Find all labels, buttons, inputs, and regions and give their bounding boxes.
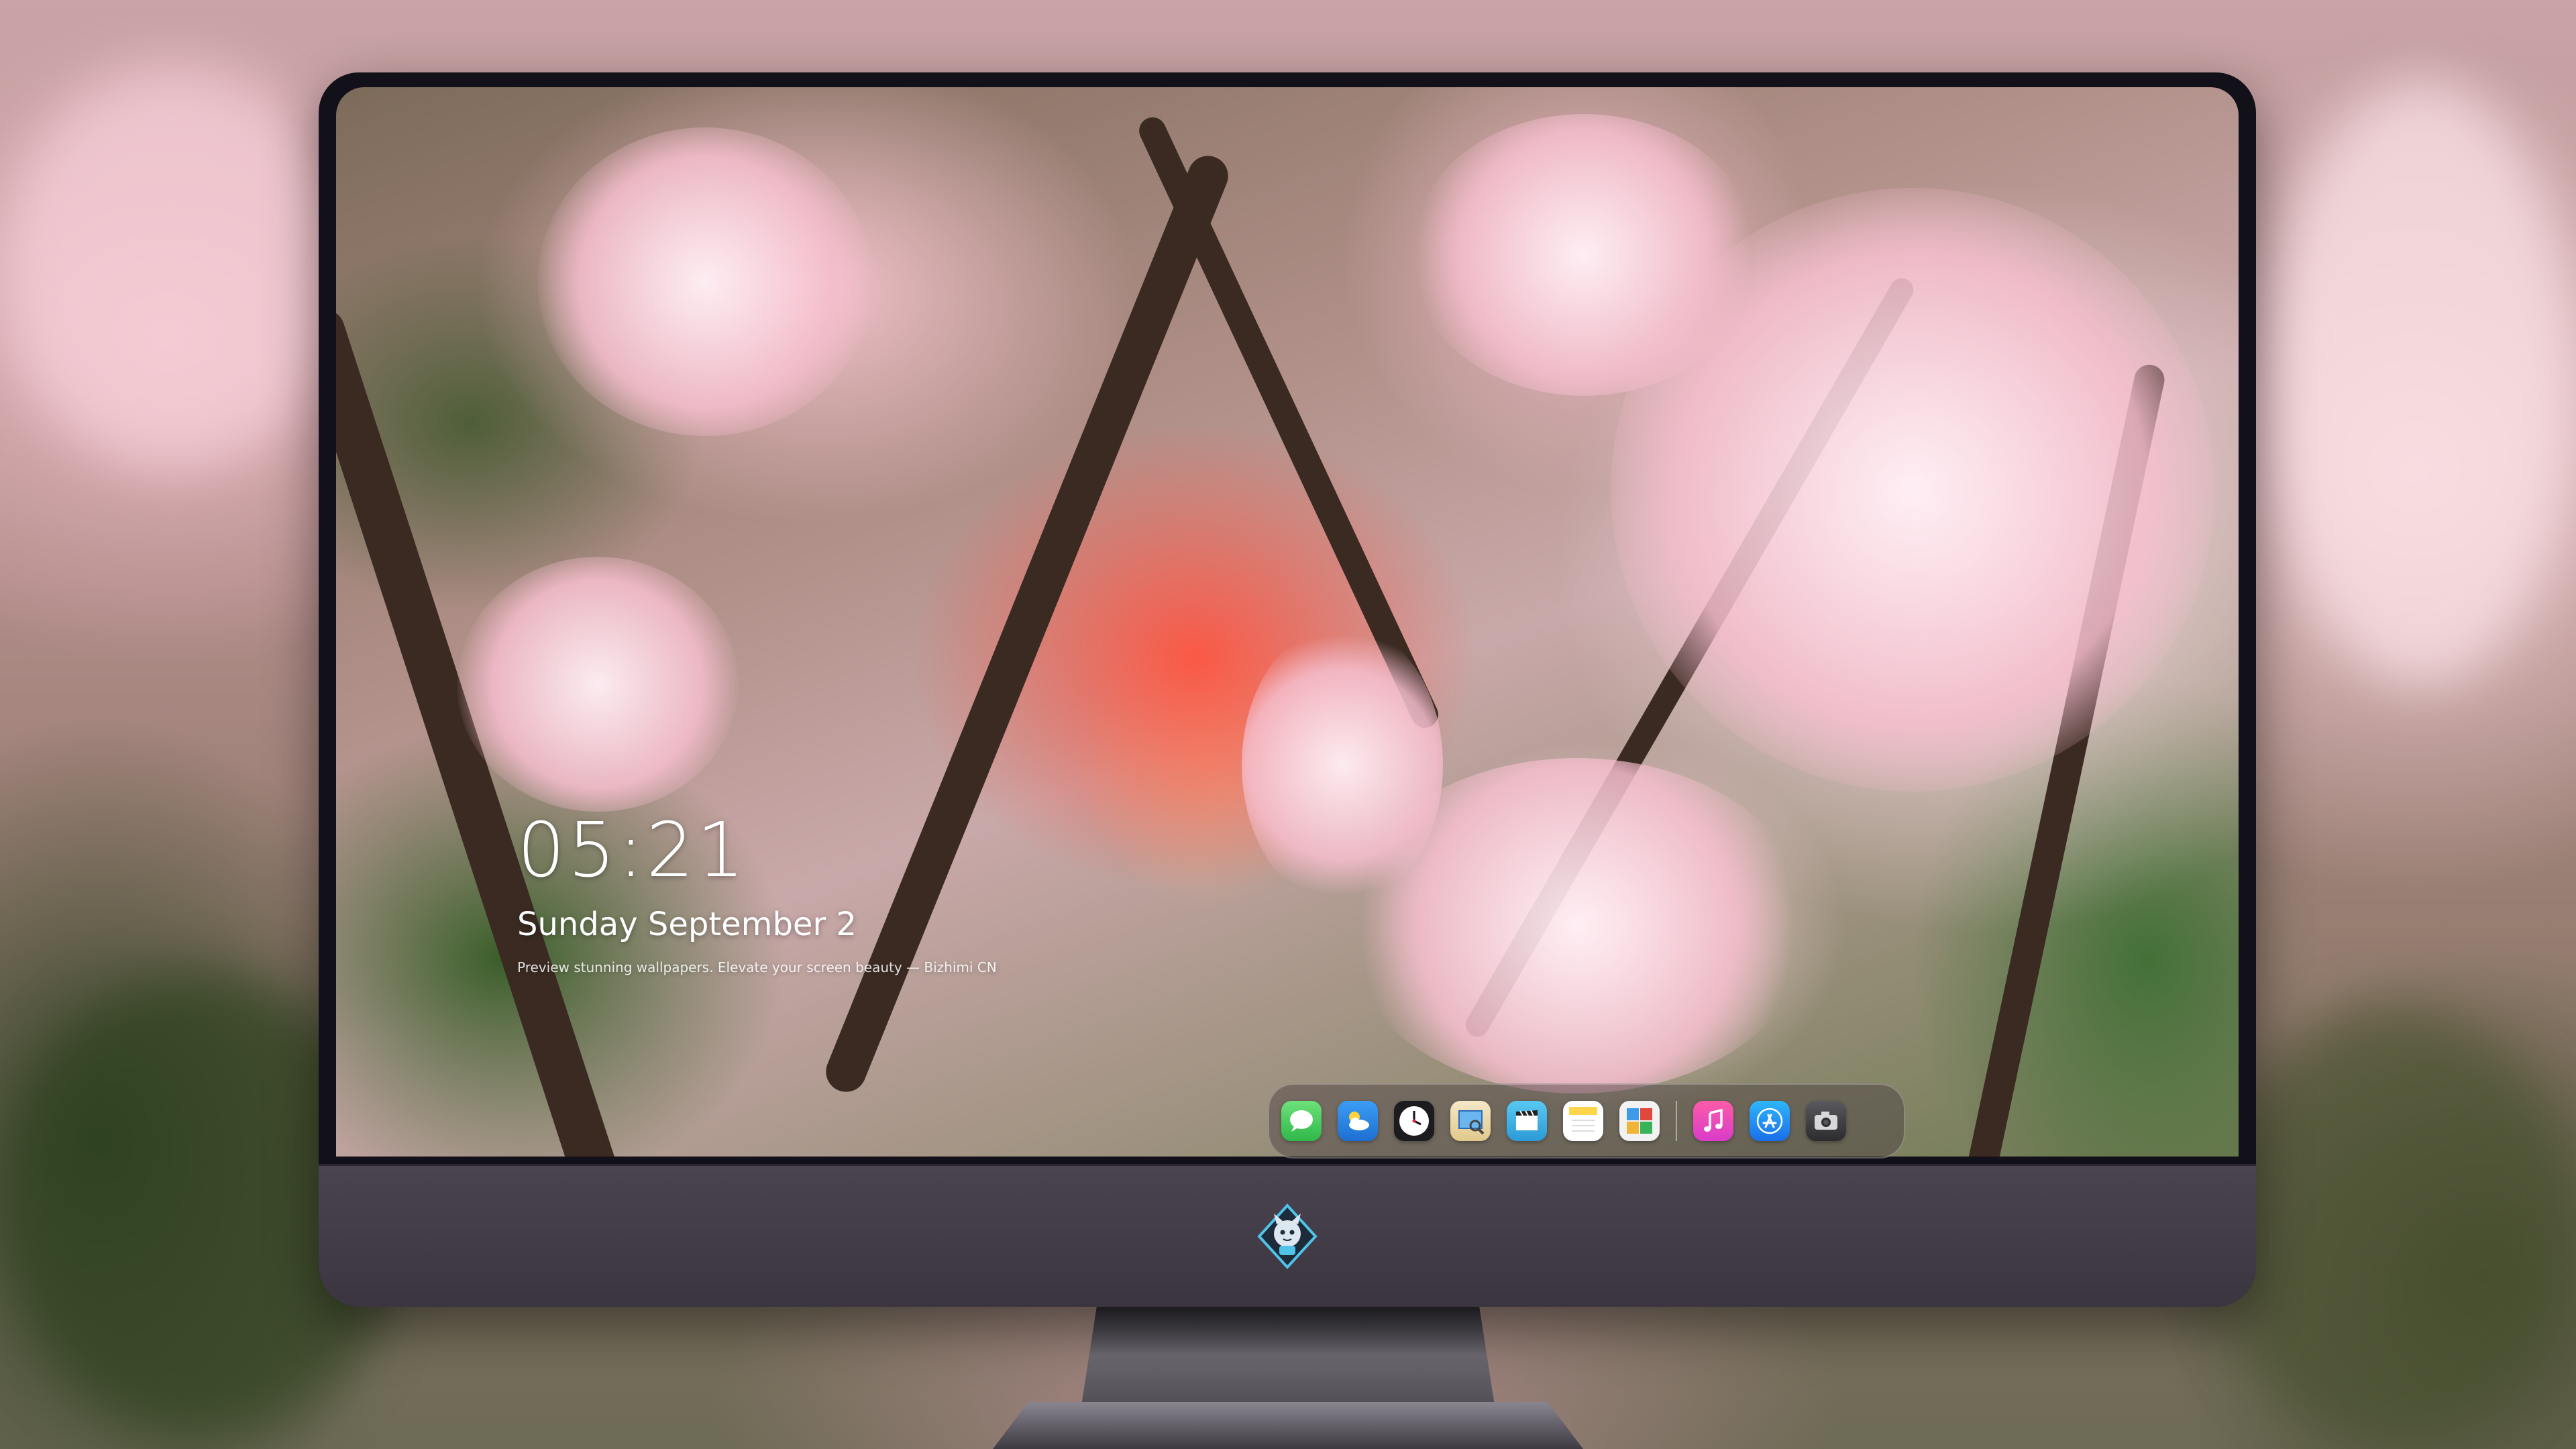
monitor-chin xyxy=(319,1164,2256,1307)
lockscreen-info: 05:21 Sunday September 2 Preview stunnin… xyxy=(517,813,997,975)
clock-icon[interactable] xyxy=(1394,1101,1434,1141)
dock-separator xyxy=(1676,1101,1677,1141)
wallpaper-blossom xyxy=(537,127,873,436)
monitor-stand-base xyxy=(993,1402,1583,1449)
lockscreen-tagline: Preview stunning wallpapers. Elevate you… xyxy=(517,959,997,975)
desktop-screen: 05:21 Sunday September 2 Preview stunnin… xyxy=(336,87,2239,1157)
camera-icon[interactable] xyxy=(1806,1101,1846,1141)
wallpaper-blossom xyxy=(457,557,739,812)
clips-icon[interactable] xyxy=(1507,1101,1547,1141)
preview-icon[interactable] xyxy=(1450,1101,1491,1141)
dock xyxy=(1268,1083,1905,1159)
monitor-bezel: 05:21 Sunday September 2 Preview stunnin… xyxy=(319,72,2256,1307)
monitor-stand-neck xyxy=(1080,1307,1496,1414)
lockscreen-date: Sunday September 2 xyxy=(517,906,857,943)
monitor: 05:21 Sunday September 2 Preview stunnin… xyxy=(319,72,2256,1307)
lockscreen-clock: 05:21 xyxy=(517,807,747,894)
messages-icon[interactable] xyxy=(1281,1101,1322,1141)
photo-booth-icon[interactable] xyxy=(1619,1101,1660,1141)
wallpaper-blossom xyxy=(1611,188,2214,792)
wallpaper-blossom xyxy=(1242,624,1443,906)
music-icon[interactable] xyxy=(1693,1101,1733,1141)
background-blossom xyxy=(2267,80,2576,684)
mascot-logo-icon xyxy=(1254,1203,1321,1270)
app-store-icon[interactable] xyxy=(1750,1101,1790,1141)
wallpaper-branch xyxy=(1134,113,1443,733)
background-blossom xyxy=(0,67,349,470)
background-foliage xyxy=(2214,1006,2576,1449)
notes-icon[interactable] xyxy=(1563,1101,1603,1141)
weather-icon[interactable] xyxy=(1338,1101,1378,1141)
